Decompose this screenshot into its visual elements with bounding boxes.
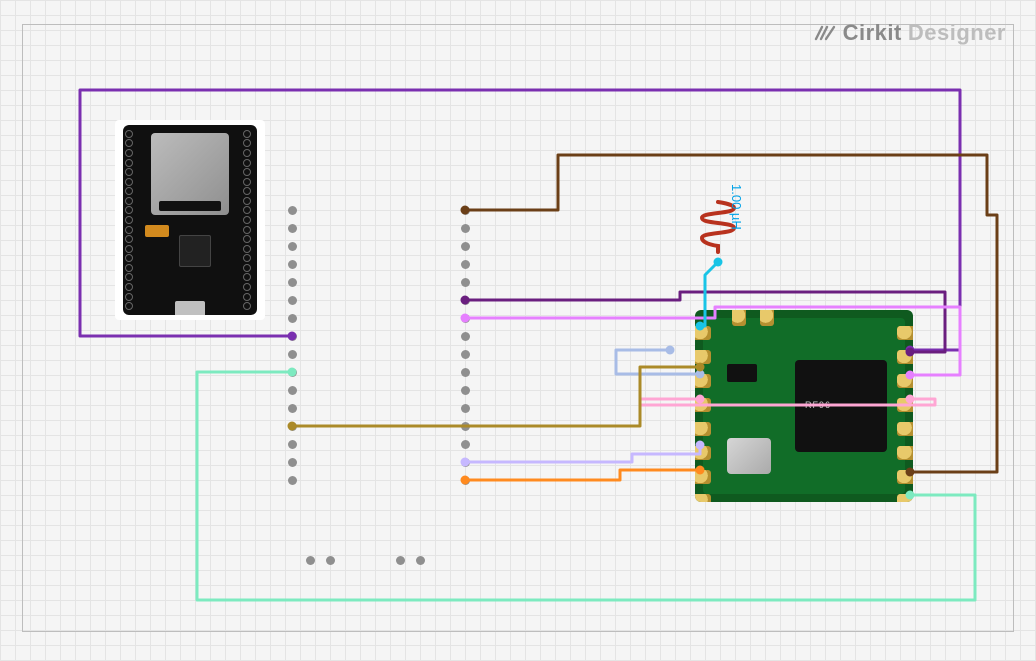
header-pin[interactable] [461, 386, 470, 395]
header-pin[interactable] [461, 314, 470, 323]
design-canvas[interactable]: Cirkit Designer RF96 1.00 µH [0, 0, 1036, 661]
inductor-value-label: 1.00 µH [729, 184, 744, 230]
header-pin[interactable] [288, 296, 297, 305]
logo-icon [813, 21, 837, 45]
rfm-small-ic [727, 364, 757, 382]
wire-steelblue-l[interactable] [616, 350, 700, 374]
esp32-mcu-chip [179, 235, 211, 267]
wire-olive-left[interactable] [292, 367, 700, 426]
header-pin[interactable] [288, 422, 297, 431]
header-pin[interactable] [288, 260, 297, 269]
esp32-capacitor [145, 225, 169, 237]
header-pin[interactable] [288, 404, 297, 413]
header-pin[interactable] [288, 476, 297, 485]
header-pin[interactable] [288, 350, 297, 359]
header-pin[interactable] [461, 458, 470, 467]
header-pin[interactable] [288, 440, 297, 449]
esp32-pins-right [243, 129, 255, 311]
component-rfm95[interactable]: RF96 [695, 310, 913, 502]
header-pin[interactable] [461, 332, 470, 341]
header-pin[interactable] [461, 260, 470, 269]
logo-text-primary: Cirkit [843, 20, 902, 46]
header-pin[interactable] [288, 386, 297, 395]
esp32-micro-usb [175, 301, 205, 315]
header-pin[interactable] [288, 458, 297, 467]
component-esp32[interactable] [115, 120, 265, 320]
header-pin[interactable] [461, 242, 470, 251]
header-pin[interactable] [288, 314, 297, 323]
header-pin[interactable] [288, 206, 297, 215]
logo-text-secondary: Designer [908, 20, 1006, 46]
esp32-shield [151, 133, 229, 215]
wire-orange[interactable] [465, 470, 700, 480]
rfm-main-chip: RF96 [795, 360, 887, 452]
header-pin[interactable] [461, 404, 470, 413]
header-pin[interactable] [461, 422, 470, 431]
header-pin[interactable] [461, 224, 470, 233]
rfm-chip-label: RF96 [805, 400, 831, 410]
header-pin[interactable] [416, 556, 425, 565]
header-pin[interactable] [288, 242, 297, 251]
header-pin[interactable] [288, 368, 297, 377]
header-pin[interactable] [461, 350, 470, 359]
header-pin[interactable] [461, 476, 470, 485]
header-pin[interactable] [396, 556, 405, 565]
header-pin[interactable] [288, 332, 297, 341]
esp32-pins-left [125, 129, 137, 311]
header-pin[interactable] [461, 278, 470, 287]
header-pin[interactable] [306, 556, 315, 565]
app-logo: Cirkit Designer [813, 20, 1006, 46]
header-pin[interactable] [461, 368, 470, 377]
header-pin[interactable] [326, 556, 335, 565]
esp32-pcb [123, 125, 257, 315]
rfm-crystal [727, 438, 771, 474]
wire-lavender[interactable] [465, 445, 700, 462]
header-pin[interactable] [461, 440, 470, 449]
header-pin[interactable] [288, 224, 297, 233]
header-pin[interactable] [461, 296, 470, 305]
header-pin[interactable] [288, 278, 297, 287]
header-pin[interactable] [461, 206, 470, 215]
